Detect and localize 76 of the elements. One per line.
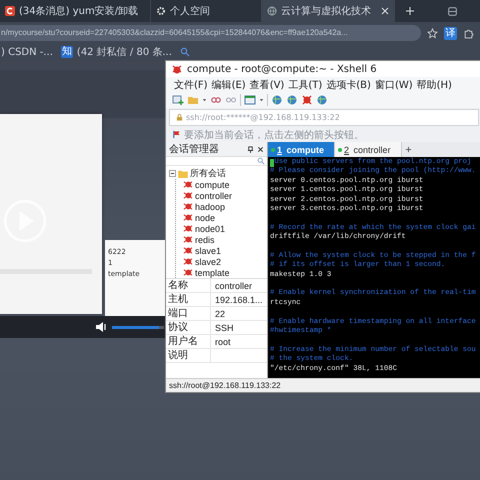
- property-name: 用户名: [166, 335, 211, 348]
- shell-icon: [182, 191, 193, 200]
- property-name: 说明: [166, 349, 211, 362]
- address-field[interactable]: n/mycourse/stu?courseid=227405303&clazzid=60645155&cpi=152844076&enc=ff9ae120a542a...: [0, 25, 421, 41]
- tree-item[interactable]: node: [195, 212, 216, 222]
- globe-icon[interactable]: [286, 94, 298, 106]
- menu-item[interactable]: 窗口(W): [374, 78, 413, 92]
- tree-item[interactable]: compute: [195, 180, 230, 190]
- tree-item[interactable]: hadoop: [195, 202, 226, 212]
- shell-icon: [171, 64, 183, 74]
- shell-icon: [182, 268, 193, 277]
- new-tab-icon[interactable]: [405, 6, 415, 16]
- globe-icon[interactable]: [316, 94, 328, 106]
- bookmark-favicon: 知: [60, 46, 73, 58]
- shell-icon: [182, 235, 193, 244]
- gear-icon: [156, 6, 166, 16]
- menu-item[interactable]: 帮助(H): [416, 78, 452, 92]
- tree-item[interactable]: slave2: [195, 256, 222, 266]
- menu-item[interactable]: 文件(F): [174, 78, 208, 92]
- search-icon: [257, 157, 265, 165]
- window-title: compute - root@compute:~ - Xshell 6: [187, 64, 377, 74]
- lock-icon: [176, 114, 183, 121]
- session-tab[interactable]: 1 compute: [268, 142, 336, 157]
- property-value: 192.168.1...: [214, 294, 263, 304]
- status-text: ssh://root@192.168.119.133:22: [169, 381, 281, 390]
- session-tab[interactable]: 2 controller: [335, 142, 402, 157]
- tree-item[interactable]: 所有会话: [190, 167, 226, 180]
- browser-tab[interactable]: 云计算与虚拟化技术: [262, 0, 395, 22]
- property-name: 名称: [166, 279, 211, 292]
- property-value: SSH: [214, 322, 234, 332]
- profile-icon[interactable]: [447, 6, 458, 16]
- cursor: [270, 158, 274, 167]
- bookmark-link[interactable]: (42 封私信 / 80 条...: [76, 45, 172, 59]
- volume-icon[interactable]: [96, 322, 108, 332]
- pin-icon[interactable]: [247, 146, 254, 152]
- pane-title: 会话管理器: [169, 142, 219, 156]
- puzzle-icon[interactable]: [463, 28, 474, 38]
- tree-item[interactable]: redis: [195, 234, 215, 244]
- logo-icon: [5, 6, 15, 16]
- bookmark-link[interactable]: ) CSDN -...: [1, 46, 53, 58]
- globe-icon: [267, 6, 277, 16]
- shell-icon: [182, 202, 193, 211]
- window-icon[interactable]: [244, 94, 256, 106]
- shell-icon[interactable]: [301, 94, 313, 106]
- new-session-icon[interactable]: [172, 94, 184, 106]
- volume-slider[interactable]: [112, 326, 164, 328]
- folder-icon: [178, 170, 188, 178]
- add-tab-icon[interactable]: [404, 146, 412, 153]
- tree-item[interactable]: node01: [195, 224, 226, 234]
- search-field[interactable]: [166, 157, 267, 166]
- collapse-icon[interactable]: [169, 170, 176, 177]
- search-icon[interactable]: [180, 47, 190, 57]
- shell-icon: [182, 257, 193, 266]
- property-value: root: [214, 336, 231, 346]
- shell-icon: [182, 224, 193, 233]
- close-icon[interactable]: [257, 146, 264, 152]
- menu-item[interactable]: 查看(V): [250, 78, 284, 92]
- menu-item[interactable]: 编辑(E): [212, 78, 246, 92]
- globe-icon[interactable]: [271, 94, 283, 106]
- tree-item[interactable]: slave1: [195, 246, 222, 256]
- property-value: 22: [214, 308, 226, 318]
- property-value: controller: [214, 280, 252, 290]
- flag-icon: [172, 130, 181, 139]
- property-name: 端口: [166, 307, 211, 320]
- hint-text: 要添加当前会话，点击左侧的箭头按钮。: [184, 128, 364, 142]
- translate-button[interactable]: 译: [444, 26, 457, 40]
- star-icon[interactable]: [427, 28, 438, 38]
- tree-item[interactable]: template: [195, 268, 230, 278]
- shell-icon: [182, 180, 193, 189]
- menu-item[interactable]: 工具(T): [288, 78, 322, 92]
- property-name: 主机: [166, 293, 211, 306]
- tree-item[interactable]: controller: [195, 190, 232, 200]
- shell-icon: [182, 213, 193, 222]
- property-name: 协议: [166, 321, 211, 334]
- menu-item[interactable]: 选项卡(B): [326, 78, 371, 92]
- shell-icon: [182, 246, 193, 255]
